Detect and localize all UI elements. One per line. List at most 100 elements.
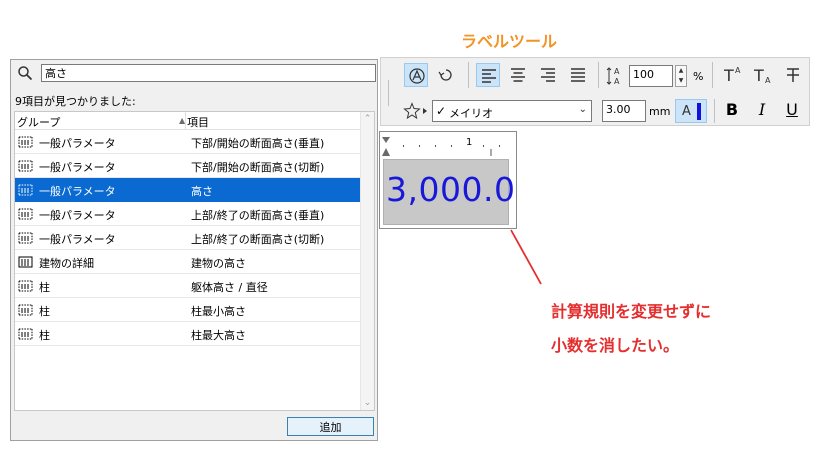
annotation-line-1: 計算規則を変更せずに [551,302,712,321]
underline-button[interactable]: U [780,99,804,123]
separator [598,62,599,88]
general-param-icon [18,160,33,172]
subscript-button[interactable]: T A [751,63,775,87]
auto-rotate-button[interactable] [404,63,428,87]
table-row[interactable]: 一般パラメータ 上部/終了の断面高さ(切断) [15,226,363,250]
row-group: 建物の詳細 [39,257,94,270]
row-item: 柱最小高さ [191,305,246,318]
text-color-swatch [697,103,701,120]
list-header: グループ ▲ 項目 [15,112,363,130]
row-item: 下部/開始の断面高さ(切断) [191,161,325,174]
general-param-icon [18,328,33,340]
svg-text:A: A [735,66,741,75]
auto-rotate-icon [409,68,425,84]
toolbar-grip [388,80,389,106]
favorite-star-icon[interactable] [403,102,433,120]
row-group: 一般パラメータ [39,209,116,222]
vertical-scrollbar[interactable]: ⌃ ⌄ [360,112,374,410]
superscript-icon: T A [724,66,741,84]
ruler-marker-icon[interactable] [381,134,511,156]
rotate-icon [438,69,452,81]
table-row[interactable]: 柱 躯体高さ / 直径 [15,274,363,298]
svg-text:A: A [614,77,620,86]
line-spacing-stepper[interactable]: ▲ ▼ [675,65,687,87]
superscript-button[interactable]: T A [721,63,745,87]
text-color-button[interactable]: A [675,99,707,123]
row-group: 一般パラメータ [39,233,116,246]
row-group: 柱 [39,329,50,342]
row-group: 一般パラメータ [39,137,116,150]
align-justify-button[interactable] [566,63,590,87]
label-preview: 1 3,000.0 [379,131,517,229]
line-spacing-field[interactable]: 100 [629,65,673,87]
separator [712,62,713,88]
rows-container: 一般パラメータ 下部/開始の断面高さ(垂直) 一般パラメータ 下部/開始の断面高さ(切… [15,130,363,346]
row-item: 上部/終了の断面高さ(垂直) [191,209,325,222]
results-count: 9項目が見つかりました: [15,95,136,108]
bold-button[interactable]: B [720,99,744,123]
column-header-item[interactable]: 項目 [187,114,209,130]
align-right-button[interactable] [536,63,560,87]
italic-button[interactable]: I [750,99,774,123]
align-justify-icon [571,68,585,82]
table-row[interactable]: 一般パラメータ 下部/開始の断面高さ(垂直) [15,130,363,154]
rotate-button[interactable] [434,63,458,87]
chevron-down-icon[interactable]: ⌄ [579,104,587,115]
general-param-icon [18,136,33,148]
search-input[interactable] [41,64,376,82]
table-row[interactable]: 一般パラメータ 下部/開始の断面高さ(切断) [15,154,363,178]
sort-ascending-icon: ▲ [179,116,186,125]
table-row[interactable]: 柱 柱最小高さ [15,298,363,322]
font-size-field[interactable]: 3.00 [602,100,646,122]
checkmark-icon: ✓ [436,104,447,118]
strikethrough-button[interactable] [781,63,805,87]
label-value: 3,000.0 [386,170,516,209]
row-item: 上部/終了の断面高さ(切断) [191,233,325,246]
parameter-search-panel: 9項目が見つかりました: グループ ▲ 項目 一般パラメータ下部/開始の断面高さ… [10,59,378,441]
font-size-unit: mm [649,105,671,118]
search-row [15,63,376,83]
row-item: 柱最大高さ [191,329,246,342]
table-row[interactable]: 建物の詳細 建物の高さ [15,250,363,274]
row-item: 建物の高さ [191,257,246,270]
row-group: 一般パラメータ [39,161,116,174]
text-color-label: A [682,104,691,119]
general-param-icon [18,280,33,292]
svg-text:T: T [754,66,764,84]
table-row[interactable]: 柱 柱最大高さ [15,322,363,346]
svg-text:A: A [765,76,771,84]
annotation-arrow [510,229,542,285]
row-item: 下部/開始の断面高さ(垂直) [191,137,325,150]
general-param-icon [18,304,33,316]
column-header-group[interactable]: グループ [17,114,60,130]
general-param-icon [18,208,33,220]
font-name: メイリオ [449,107,493,120]
line-spacing-icon: A A [606,67,620,86]
scroll-down-icon[interactable]: ⌄ [361,398,374,408]
align-center-icon [511,68,525,82]
subscript-icon: T A [754,66,771,84]
row-group: 柱 [39,305,50,318]
align-left-icon [482,69,496,83]
row-group: 柱 [39,281,50,294]
search-icon [18,66,33,81]
row-group: 一般パラメータ [39,185,116,198]
row-item: 躯体高さ / 直径 [191,281,268,294]
table-row[interactable]: 一般パラメータ 高さ [15,178,363,202]
svg-text:T: T [724,66,734,84]
scroll-up-icon[interactable]: ⌃ [361,114,374,124]
general-param-icon [18,232,33,244]
table-row[interactable]: 一般パラメータ 上部/終了の断面高さ(垂直) [15,202,363,226]
results-list: グループ ▲ 項目 一般パラメータ 下部/開始の断面高さ(垂直) 一般パラメータ 下部… [14,111,375,411]
align-left-button[interactable] [476,63,500,87]
separator [468,62,469,88]
add-button[interactable]: 追加 [287,417,374,436]
ruler-mark: 1 [466,137,473,148]
row-item: 高さ [191,185,213,198]
align-center-button[interactable] [506,63,530,87]
strikethrough-icon [787,68,799,82]
svg-text:A: A [614,67,620,76]
font-select[interactable]: ✓ メイリオ ⌄ [432,100,592,122]
label-box[interactable]: 3,000.0 [383,159,515,225]
ruler: 1 [380,132,516,156]
